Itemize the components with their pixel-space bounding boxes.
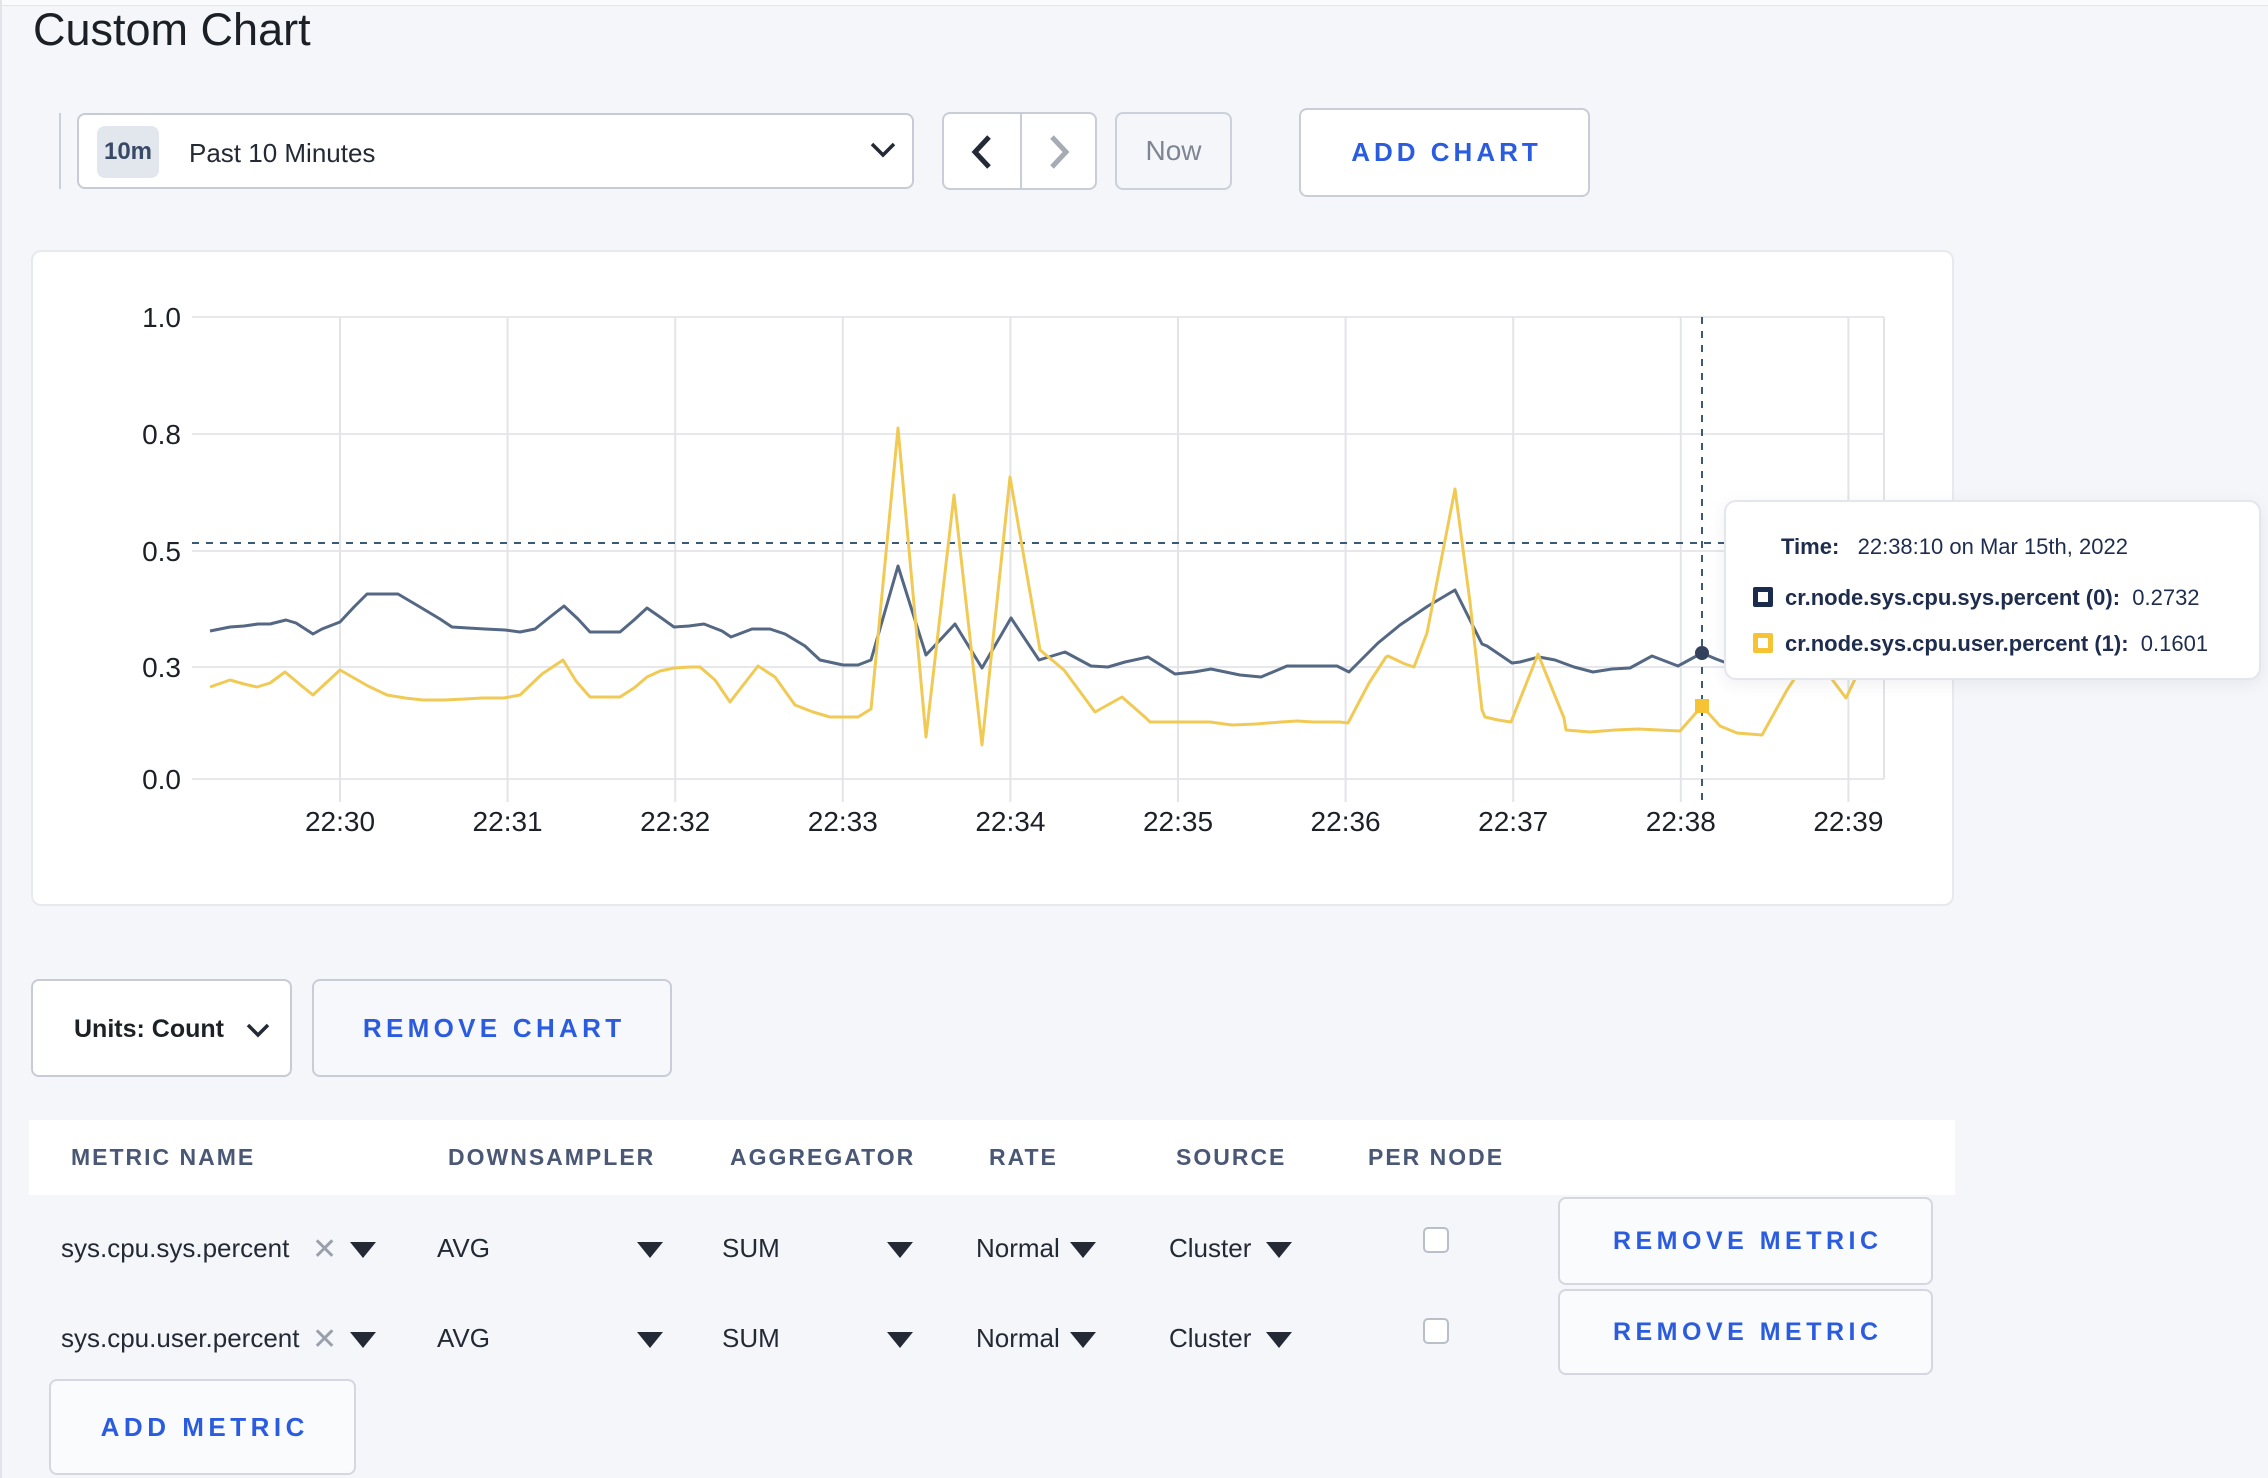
svg-text:22:32: 22:32	[640, 806, 710, 837]
svg-text:22:37: 22:37	[1478, 806, 1548, 837]
svg-text:0.5: 0.5	[142, 536, 181, 567]
svg-text:22:33: 22:33	[808, 806, 878, 837]
svg-text:22:35: 22:35	[1143, 806, 1213, 837]
svg-text:22:34: 22:34	[975, 806, 1045, 837]
svg-text:22:38: 22:38	[1646, 806, 1716, 837]
svg-text:1.0: 1.0	[142, 302, 181, 333]
svg-text:0.0: 0.0	[142, 764, 181, 795]
svg-text:22:31: 22:31	[473, 806, 543, 837]
svg-text:22:30: 22:30	[305, 806, 375, 837]
svg-text:0.8: 0.8	[142, 419, 181, 450]
svg-text:22:36: 22:36	[1311, 806, 1381, 837]
svg-text:22:39: 22:39	[1813, 806, 1883, 837]
svg-text:0.3: 0.3	[142, 652, 181, 683]
